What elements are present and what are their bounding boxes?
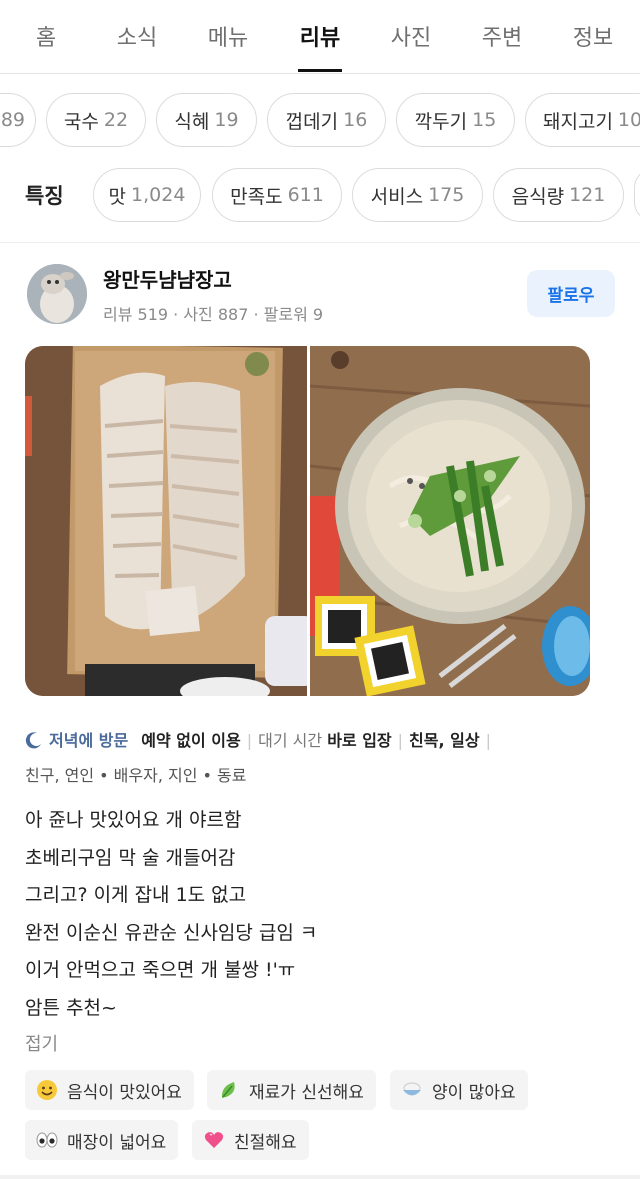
tab-home[interactable]: 홈 [36, 20, 56, 52]
section-divider [0, 1175, 640, 1179]
tab-photos[interactable]: 사진 [391, 20, 431, 52]
separator: | [397, 731, 404, 750]
follow-button[interactable]: 팔로우 [527, 270, 615, 317]
rice-bowl-icon [400, 1078, 424, 1102]
wait-value: 바로 입장 [327, 731, 392, 750]
chip-label: 돼지고기 [543, 110, 613, 133]
chip-count: 16 [343, 109, 368, 131]
tab-reviews[interactable]: 리뷰 [300, 20, 340, 52]
bossam-photo-image [25, 346, 307, 696]
tab-bar: 홈 소식 메뉴 리뷰 사진 주변 정보 [0, 0, 640, 74]
review-photo-noodle-soup[interactable] [310, 346, 590, 696]
keyword-label: 양이 많아요 [432, 1082, 516, 1103]
review-text-line: 초베리구임 막 술 개들어감 [25, 847, 236, 869]
noodle-soup-photo-image [310, 346, 590, 696]
wait-label: 대기 시간 [258, 731, 323, 750]
review-text-line: 아 쥰나 맛있어요 개 야르함 [25, 809, 242, 831]
author-name[interactable]: 왕만두냠냠장고 [103, 264, 232, 293]
chip-label: 식혜 [174, 110, 210, 133]
heart-icon [202, 1128, 226, 1152]
review-text-line: 이거 안먹으고 죽으면 개 불쌍 !'ㅠ [25, 959, 296, 981]
keyword-tag: 친절해요 [192, 1120, 309, 1160]
tab-nearby[interactable]: 주변 [482, 20, 522, 52]
visit-company: 친구, 연인 • 배우자, 지인 • 동료 [25, 766, 247, 785]
chip-label: 서비스 [370, 185, 424, 208]
keyword-tag: 매장이 넓어요 [25, 1120, 179, 1160]
separator: | [246, 731, 253, 750]
avatar[interactable] [27, 264, 87, 324]
chip-count: 175 [428, 184, 465, 206]
section-divider [0, 242, 640, 243]
review-photo-bossam[interactable] [25, 346, 307, 696]
chip-count: 22 [103, 109, 129, 131]
keyword-label: 매장이 넓어요 [67, 1132, 167, 1153]
chip-count: 121 [569, 184, 606, 206]
menu-chip-noodle[interactable]: 국수 22 [46, 93, 146, 147]
feature-chip-taste[interactable]: 맛 1,024 [93, 168, 201, 222]
chip-label: 음식량 [511, 185, 565, 208]
feature-filter-chips: 맛 1,024 만족도 611 서비스 175 음식량 121 [0, 168, 640, 224]
menu-filter-chips: 89 국수 22 식혜 19 껍데기 16 깍두기 15 돼지고기 10 [0, 93, 640, 149]
chip-label: 국수 [63, 110, 99, 133]
chip-count: 89 [0, 109, 25, 131]
visit-time: 저녁에 방문 [49, 731, 129, 750]
moon-icon [25, 732, 41, 749]
feature-chip-portion[interactable]: 음식량 121 [493, 168, 624, 222]
chip-count: 10 [617, 109, 640, 131]
tab-menu[interactable]: 메뉴 [208, 20, 248, 52]
chip-label: 만족도 [230, 185, 283, 208]
menu-chip-sikhye[interactable]: 식혜 19 [156, 93, 257, 147]
smile-emoji-icon [35, 1078, 59, 1102]
menu-chip-pork-skin[interactable]: 껍데기 16 [267, 93, 386, 147]
tab-info[interactable]: 정보 [573, 20, 613, 52]
chip-label: 껍데기 [285, 110, 339, 133]
keyword-label: 음식이 맛있어요 [67, 1082, 182, 1103]
review-text-line: 암튼 추천~ [25, 997, 117, 1019]
keyword-tag: 재료가 신선해요 [207, 1070, 376, 1110]
visit-purpose: 친목, 일상 [409, 731, 480, 750]
keyword-label: 친절해요 [234, 1132, 297, 1153]
feature-chip-satisfaction[interactable]: 만족도 611 [212, 168, 342, 222]
chip-label: 깍두기 [414, 110, 468, 133]
keyword-tag: 음식이 맛있어요 [25, 1070, 194, 1110]
keyword-tag: 양이 많아요 [390, 1070, 528, 1110]
eyes-icon [35, 1128, 59, 1152]
leaf-icon [217, 1078, 241, 1102]
menu-chip-pork[interactable]: 돼지고기 10 [525, 93, 640, 147]
keyword-label: 재료가 신선해요 [249, 1082, 364, 1103]
review-text-line: 완전 이순신 유관순 신사임당 급임 ㅋ [25, 922, 318, 944]
visit-info: 저녁에 방문 예약 없이 이용 | 대기 시간 바로 입장 | 친목, 일상 | [25, 727, 625, 751]
tab-news[interactable]: 소식 [117, 20, 157, 52]
avatar-image [27, 264, 87, 324]
review-text-line: 그리고? 이게 잡내 1도 없고 [25, 884, 247, 906]
author-stats: 리뷰 519 · 사진 887 · 팔로워 9 [103, 305, 324, 324]
chip-count: 611 [287, 184, 324, 206]
chip-count: 1,024 [131, 184, 186, 206]
chip-count: 19 [214, 109, 239, 131]
feature-chip-service[interactable]: 서비스 175 [352, 168, 483, 222]
active-tab-indicator [298, 69, 342, 72]
feature-chip-partial[interactable] [634, 168, 640, 222]
chip-label: 맛 [108, 185, 127, 208]
menu-chip-partial[interactable]: 89 [0, 93, 36, 147]
menu-chip-kkakdugi[interactable]: 깍두기 15 [396, 93, 515, 147]
separator: | [485, 731, 491, 750]
collapse-button[interactable]: 접기 [25, 1030, 58, 1056]
visit-reservation: 예약 없이 이용 [141, 731, 241, 750]
chip-count: 15 [472, 109, 497, 131]
